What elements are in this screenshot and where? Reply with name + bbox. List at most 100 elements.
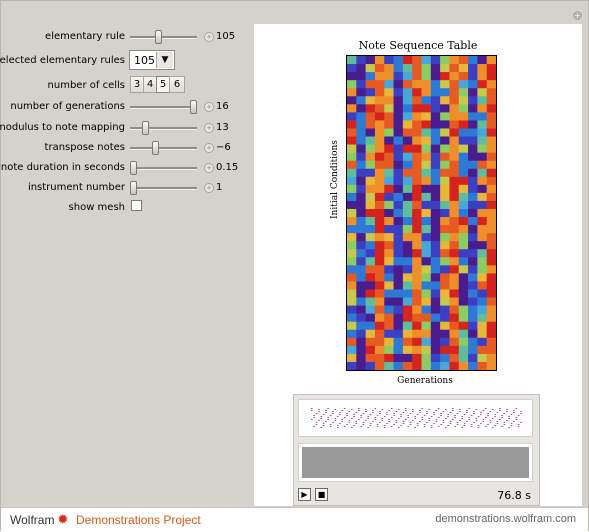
waveform-mark [428, 418, 431, 419]
slider-thumb[interactable] [142, 121, 149, 135]
slider-thumb[interactable] [152, 141, 159, 155]
grid-cell [402, 184, 413, 194]
grid-cell [356, 281, 367, 290]
transpose-value: −6 [216, 142, 231, 153]
waveform-mark [322, 425, 325, 426]
grid-cell [347, 80, 357, 89]
waveform-mark [372, 412, 374, 413]
grid-cell [412, 56, 422, 65]
waveform-mark [320, 418, 322, 419]
plus-icon[interactable]: + [204, 183, 214, 193]
chevron-down-icon[interactable]: ▼ [156, 52, 173, 68]
grid-cell [477, 56, 488, 65]
waveform-mark [489, 411, 492, 412]
grid-cell [430, 233, 441, 242]
grid-cell [458, 208, 469, 218]
transpose-slider[interactable] [130, 141, 197, 155]
waveform-mark [513, 410, 515, 411]
site-url-link[interactable]: demonstrations.wolfram.com [435, 513, 576, 525]
plus-icon[interactable]: + [204, 102, 214, 112]
waveform-mark [503, 422, 506, 423]
grid-cell [356, 249, 367, 258]
grid-cell [384, 225, 394, 234]
playback-progress-bar[interactable] [302, 447, 529, 478]
grid-cell [458, 273, 469, 282]
grid-cell [356, 257, 367, 266]
waveform-mark [383, 427, 386, 428]
waveform-mark [381, 420, 384, 421]
waveform-mark [520, 413, 522, 414]
grid-cell [477, 313, 488, 323]
grid-cell [449, 305, 460, 315]
plus-icon[interactable]: + [204, 143, 214, 153]
waveform-mark [334, 418, 337, 419]
grid-cell [402, 297, 413, 306]
stop-icon[interactable]: ■ [315, 488, 328, 501]
slider-thumb[interactable] [155, 30, 162, 44]
plus-icon[interactable]: + [204, 32, 214, 42]
waveform-mark [461, 427, 463, 428]
plus-icon[interactable]: + [204, 163, 214, 173]
show-mesh-checkbox[interactable] [131, 200, 142, 211]
grid-cell [430, 345, 441, 355]
grid-cell [477, 192, 488, 202]
grid-cell [384, 217, 394, 226]
waveform-mark [499, 419, 501, 420]
play-icon[interactable]: ▶ [298, 488, 311, 501]
waveform-mark [487, 413, 489, 414]
grid-cell [393, 361, 404, 371]
grid-cell [402, 217, 413, 226]
duration-slider[interactable] [130, 161, 197, 175]
waveform-mark [447, 425, 449, 426]
grid-cell [477, 361, 488, 371]
slider-thumb[interactable] [190, 100, 197, 114]
grid-cell [449, 64, 460, 73]
grid-cell [356, 345, 367, 355]
gear-icon[interactable]: + [573, 11, 582, 20]
slider-thumb[interactable] [130, 181, 137, 195]
cells-option-4[interactable]: 4 [143, 76, 157, 93]
grid-cell [347, 192, 357, 202]
waveform-mark [353, 414, 355, 415]
waveform-mark [400, 425, 402, 426]
grid-cell [356, 337, 367, 347]
grid-cell [486, 184, 497, 194]
cells-option-6[interactable]: 6 [169, 76, 185, 93]
selected-rules-dropdown[interactable]: 105 ▼ [129, 50, 175, 70]
grid-cell [486, 96, 497, 105]
waveform-mark [334, 420, 337, 421]
waveform-mark [346, 424, 348, 425]
waveform-mark [329, 424, 332, 425]
grid-cell [421, 200, 432, 210]
grid-cell [365, 305, 376, 315]
grid-cell [347, 136, 357, 145]
waveform-mark [433, 412, 435, 413]
grid-cell [430, 249, 441, 258]
grid-cell [374, 337, 385, 347]
generations-slider[interactable] [130, 100, 197, 114]
waveform-mark [454, 426, 456, 427]
demonstrations-project-link[interactable]: Demonstrations Project [76, 513, 201, 527]
grid-cell [356, 208, 367, 218]
waveform-mark [456, 413, 459, 414]
grid-cell [430, 337, 441, 347]
slider-thumb[interactable] [130, 161, 137, 175]
cells-option-5[interactable]: 5 [156, 76, 170, 93]
grid-cell [458, 241, 469, 250]
modulus-slider[interactable] [130, 121, 197, 135]
waveform-mark [402, 421, 405, 422]
grid-cell [402, 176, 413, 186]
grid-cell [449, 329, 460, 339]
cells-option-3[interactable]: 3 [130, 76, 144, 93]
waveform-mark [515, 417, 518, 418]
elementary-rule-slider[interactable] [130, 30, 197, 44]
plus-icon[interactable]: + [204, 123, 214, 133]
waveform-mark [492, 427, 494, 428]
grid-cell [347, 273, 357, 282]
grid-cell [412, 184, 422, 194]
waveform-mark [492, 409, 494, 410]
grid-cell [374, 112, 385, 121]
grid-cell [402, 80, 413, 89]
waveform-mark [313, 415, 315, 416]
instrument-slider[interactable] [130, 181, 197, 195]
